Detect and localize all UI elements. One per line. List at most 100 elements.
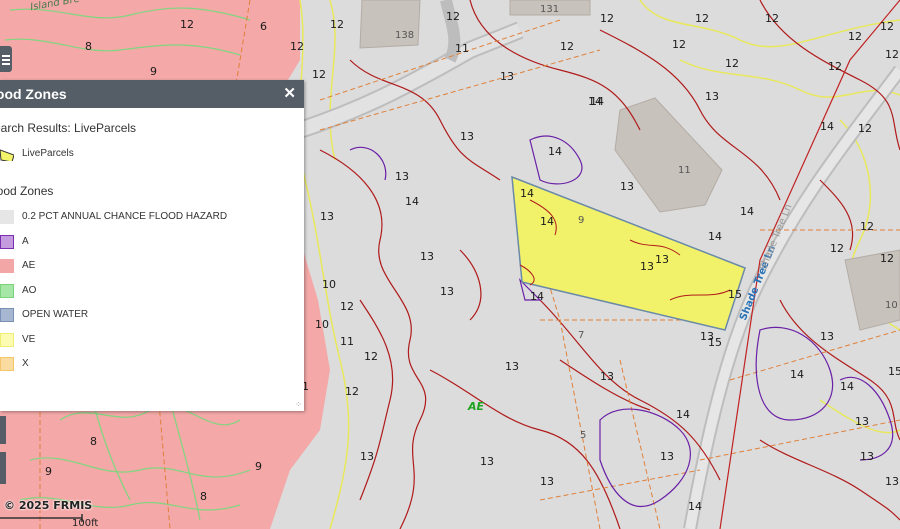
contour-label: 11 — [455, 42, 469, 55]
contour-label: 13 — [420, 250, 434, 263]
contour-label: 13 — [360, 450, 374, 463]
contour-label: 12 — [848, 30, 862, 43]
contour-label: 13 — [460, 130, 474, 143]
parcel-number: 138 — [395, 30, 415, 41]
contour-label: 14 — [588, 95, 602, 108]
menu-button[interactable] — [0, 46, 12, 72]
legend-label: X — [22, 358, 29, 369]
contour-label: 13 — [395, 170, 409, 183]
contour-label: 13 — [620, 180, 634, 193]
contour-label: 13 — [655, 253, 669, 266]
contour-label: 14 — [790, 368, 804, 381]
contour-label: 12 — [880, 20, 894, 33]
contour-label: 12 — [312, 68, 326, 81]
contour-label: 10 — [322, 278, 336, 291]
legend-label: VE — [22, 333, 36, 345]
legend-swatch-icon — [0, 259, 14, 273]
parcel-number: 10 — [885, 300, 898, 311]
panel-title: lood Zones — [0, 86, 67, 102]
contour-label: 14 — [405, 195, 419, 208]
contour-label: 9 — [150, 65, 157, 78]
contour-label: 13 — [705, 90, 719, 103]
contour-label: 13 — [600, 370, 614, 383]
legend-panel: lood Zones ✕ earch Results: LiveParcels … — [0, 80, 304, 411]
contour-label: 12 — [180, 18, 194, 31]
contour-label: 13 — [320, 210, 334, 223]
contour-label: 12 — [885, 48, 899, 61]
legend-swatch-icon — [0, 283, 14, 298]
contour-label: 12 — [672, 38, 686, 51]
scale-label: 100ft — [72, 518, 99, 529]
map-control-button[interactable] — [0, 452, 6, 484]
contour-label: 13 — [505, 360, 519, 373]
legend-swatch-icon — [0, 234, 14, 249]
contour-label: 13 — [440, 285, 454, 298]
flood-zones-title: lood Zones — [0, 184, 54, 198]
contour-label: 10 — [315, 318, 329, 331]
contour-label: 6 — [260, 20, 267, 33]
contour-label: 14 — [820, 120, 834, 133]
contour-label: 12 — [880, 252, 894, 265]
legend-swatch-icon — [0, 308, 14, 322]
parcel-number: 7 — [578, 330, 585, 341]
resize-handle-icon[interactable]: ⁘ — [295, 400, 302, 409]
zone-label-ae: AE — [468, 400, 485, 413]
hamburger-icon — [0, 46, 12, 65]
contour-label: 12 — [858, 122, 872, 135]
contour-label: 14 — [520, 187, 534, 200]
legend-label: 0.2 PCT ANNUAL CHANCE FLOOD HAZARD — [22, 211, 228, 222]
contour-label: 13 — [820, 330, 834, 343]
contour-label: 12 — [765, 12, 779, 25]
contour-label: 13 — [860, 450, 874, 463]
legend-swatch-icon — [0, 357, 14, 371]
contour-label: 12 — [446, 10, 460, 23]
contour-label: 12 — [695, 12, 709, 25]
contour-label: 12 — [340, 300, 354, 313]
contour-label: 12 — [725, 57, 739, 70]
close-icon[interactable]: ✕ — [283, 84, 296, 102]
map-control-button[interactable] — [0, 416, 6, 444]
contour-label: 13 — [540, 475, 554, 488]
contour-label: 13 — [660, 450, 674, 463]
panel-header: lood Zones ✕ — [0, 80, 304, 108]
contour-label: 8 — [200, 490, 207, 503]
parcel-number: 131 — [540, 4, 560, 15]
contour-label: 13 — [885, 475, 899, 488]
contour-label: 12 — [290, 40, 304, 53]
contour-label: 12 — [330, 18, 344, 31]
contour-label: 12 — [600, 12, 614, 25]
legend-label: AE — [22, 260, 36, 271]
contour-label: 12 — [828, 60, 842, 73]
parcel-swatch-icon — [0, 149, 14, 161]
contour-label: 12 — [860, 220, 874, 233]
legend-swatch-icon — [0, 210, 14, 224]
contour-label: 12 — [364, 350, 378, 363]
contour-label: 12 — [560, 40, 574, 53]
search-results-title: earch Results: LiveParcels — [0, 121, 137, 135]
contour-label: 8 — [85, 40, 92, 53]
legend-label: AO — [22, 284, 37, 296]
legend-label: LiveParcels — [22, 148, 74, 159]
contour-label: 9 — [255, 460, 262, 473]
contour-label: 9 — [45, 465, 52, 478]
legend-label: OPEN WATER — [22, 309, 89, 320]
contour-label: 13 — [500, 70, 514, 83]
contour-label: 15 — [708, 336, 722, 349]
legend-swatch-icon — [0, 332, 14, 347]
contour-label: 14 — [530, 290, 544, 303]
parcel-number: 9 — [578, 215, 585, 226]
contour-label: 13 — [855, 415, 869, 428]
contour-label: 15 — [728, 288, 742, 301]
contour-label: 14 — [688, 500, 702, 513]
contour-label: 14 — [708, 230, 722, 243]
parcel-number: 11 — [678, 165, 691, 176]
legend-label: A — [22, 235, 29, 247]
contour-label: 13 — [640, 260, 654, 273]
contour-label: 8 — [90, 435, 97, 448]
contour-label: 14 — [740, 205, 754, 218]
contour-label: 14 — [676, 408, 690, 421]
contour-label: 14 — [540, 215, 554, 228]
contour-label: 12 — [830, 242, 844, 255]
contour-label: 12 — [345, 385, 359, 398]
contour-label: 14 — [548, 145, 562, 158]
